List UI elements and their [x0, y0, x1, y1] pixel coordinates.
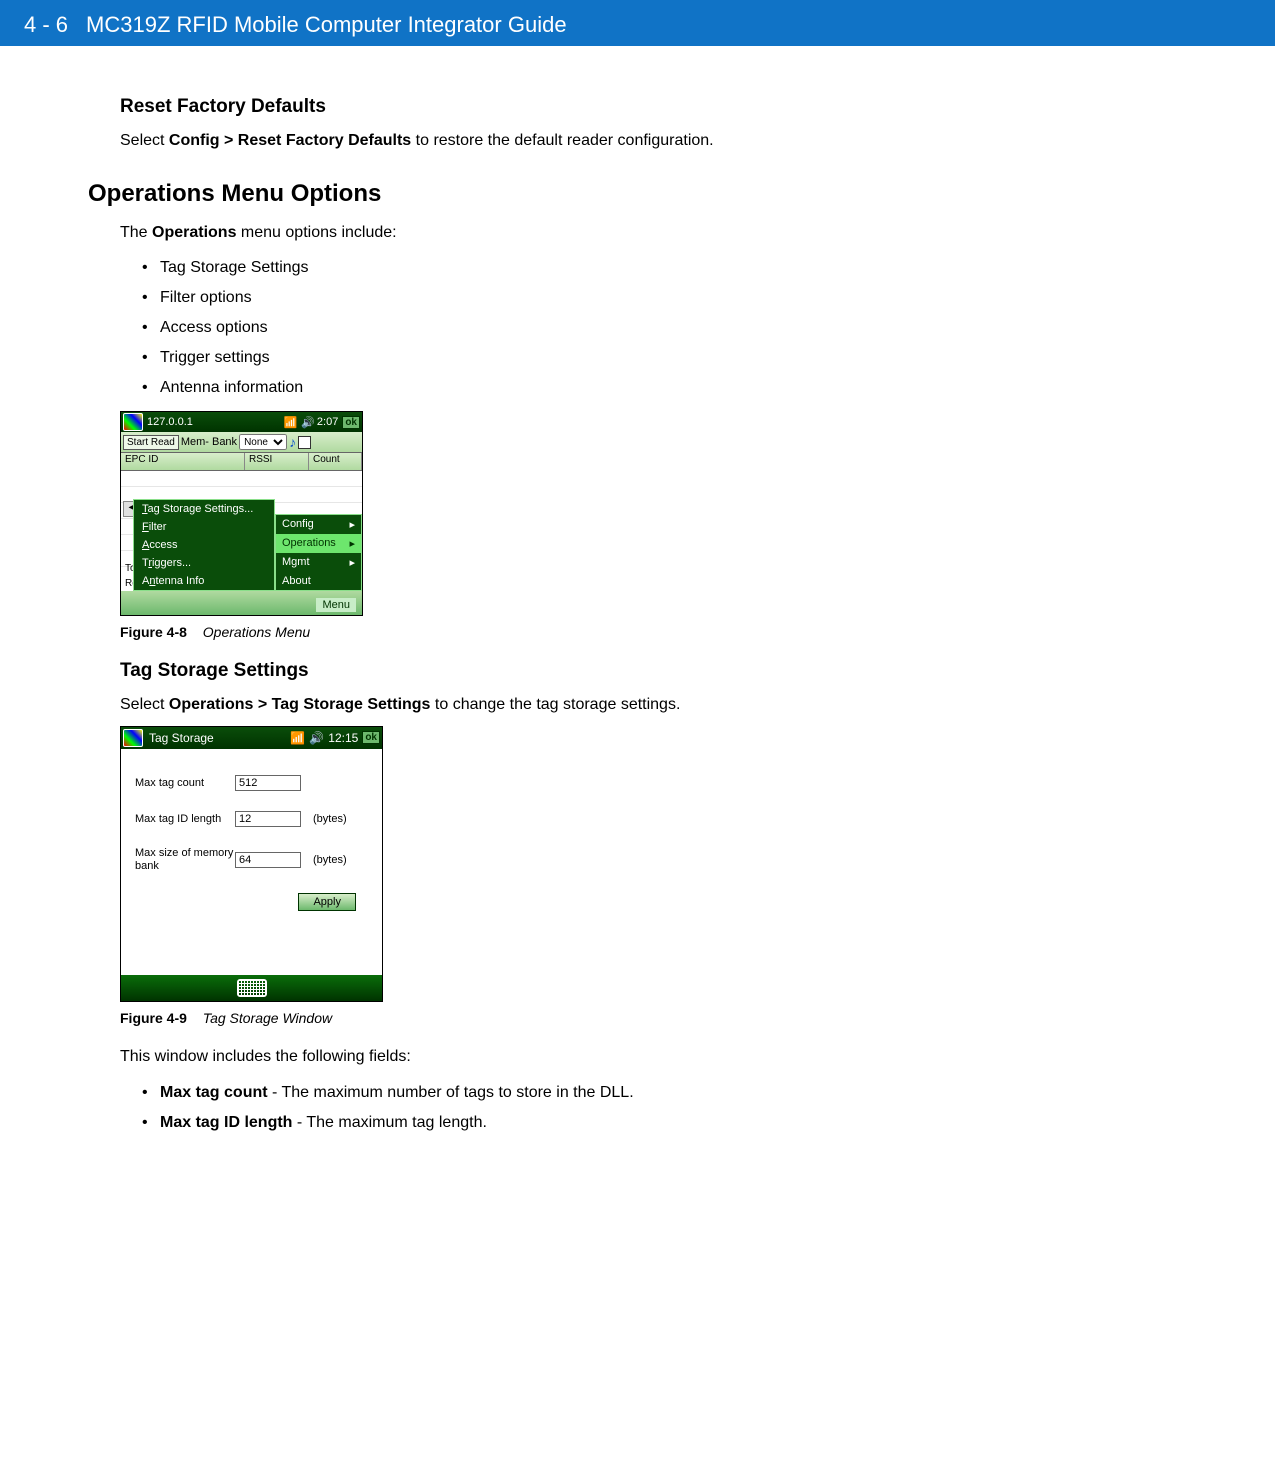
titlebar-ip: 127.0.0.1 [147, 416, 193, 428]
menu-button[interactable]: Menu [316, 598, 356, 612]
start-icon[interactable] [123, 413, 143, 431]
para-fields-intro: This window includes the following field… [120, 1046, 980, 1068]
para-reset-factory: Select Config > Reset Factory Defaults t… [120, 130, 980, 152]
volume-icon: 🔊 [301, 416, 315, 429]
ok-button[interactable]: ok [362, 731, 380, 744]
doc-title: MC319Z RFID Mobile Computer Integrator G… [86, 12, 567, 38]
operations-submenu: Tag Storage Settings... Filter Access Tr… [133, 499, 275, 591]
list-item: Trigger settings [120, 343, 980, 373]
window-titlebar: 127.0.0.1 📶 🔊 2:07 ok [121, 412, 362, 432]
page-number: 4 - 6 [24, 12, 68, 38]
note-icon[interactable]: ♪ [289, 434, 296, 450]
operations-bullet-list: Tag Storage Settings Filter options Acce… [120, 253, 980, 403]
input-max-tag-count[interactable] [235, 775, 301, 791]
ok-button[interactable]: ok [342, 416, 360, 429]
menu-item-config[interactable]: Config▸ [276, 515, 361, 534]
window-titlebar: Tag Storage 📶 🔊 12:15 ok [121, 727, 382, 749]
para-tag-storage-intro: Select Operations > Tag Storage Settings… [120, 694, 980, 716]
list-item: Filter options [120, 283, 980, 313]
titlebar-time: 2:07 [317, 416, 338, 428]
membank-select[interactable]: None [239, 434, 287, 450]
row-max-mem-bank: Max size of memory bank (bytes) [135, 847, 372, 873]
main-menu-popup: Config▸ Operations▸ Mgmt▸ About [275, 514, 362, 591]
menu-item-filter[interactable]: Filter [134, 518, 274, 536]
list-item: Tag Storage Settings [120, 253, 980, 283]
unit: (bytes) [313, 813, 347, 825]
label-max-mem-bank: Max size of memory bank [135, 847, 235, 873]
titlebar-time: 12:15 [328, 731, 358, 745]
figure-4-9-caption: Figure 4-9 Tag Storage Window [120, 1010, 980, 1026]
col-count: Count [309, 453, 362, 470]
list-item: Max tag count - The maximum number of ta… [120, 1078, 980, 1108]
row-max-tag-id-length: Max tag ID length (bytes) [135, 811, 372, 827]
signal-icon: 📶 [290, 731, 305, 745]
list-item: Antenna information [120, 373, 980, 403]
keyboard-icon[interactable] [237, 979, 267, 997]
table-header: EPC ID RSSI Count [121, 452, 362, 471]
unit: (bytes) [313, 854, 347, 866]
list-item: Access options [120, 313, 980, 343]
figure-4-8-screenshot: 127.0.0.1 📶 🔊 2:07 ok Start Read Mem- Ba… [120, 411, 363, 616]
label-max-tag-count: Max tag count [135, 777, 235, 789]
label-max-tag-id-length: Max tag ID length [135, 813, 235, 825]
menu-item-antenna-info[interactable]: Antenna Info [134, 572, 274, 590]
signal-icon: 📶 [284, 416, 298, 429]
menu-item-access[interactable]: Access [134, 536, 274, 554]
figure-4-8-caption: Figure 4-8 Operations Menu [120, 624, 980, 640]
toolbar: Start Read Mem- Bank None ♪ [121, 432, 362, 452]
start-icon[interactable] [123, 729, 143, 747]
bottom-bar [121, 975, 382, 1001]
membank-label: Mem- Bank [181, 436, 237, 448]
list-item: Max tag ID length - The maximum tag leng… [120, 1108, 980, 1138]
input-max-tag-id-length[interactable] [235, 811, 301, 827]
input-max-mem-bank[interactable] [235, 852, 301, 868]
para-operations-intro: The Operations menu options include: [120, 222, 980, 244]
figure-4-9-screenshot: Tag Storage 📶 🔊 12:15 ok Max tag count M… [120, 726, 383, 1002]
heading-reset-factory: Reset Factory Defaults [120, 96, 980, 118]
bottom-bar: Menu [121, 591, 362, 615]
menu-item-about[interactable]: About [276, 572, 361, 590]
start-read-button[interactable]: Start Read [123, 435, 179, 450]
menu-item-triggers[interactable]: Triggers... [134, 554, 274, 572]
menu-item-tag-storage[interactable]: Tag Storage Settings... [134, 500, 274, 518]
col-rssi: RSSI [245, 453, 309, 470]
titlebar-title: Tag Storage [149, 731, 214, 745]
menu-item-operations[interactable]: Operations▸ [276, 534, 361, 553]
page-header: 4 - 6 MC319Z RFID Mobile Computer Integr… [0, 0, 1275, 46]
heading-tag-storage-settings: Tag Storage Settings [120, 660, 980, 682]
page-content: Reset Factory Defaults Select Config > R… [0, 46, 980, 1138]
checkbox[interactable] [298, 436, 311, 449]
col-epc-id: EPC ID [121, 453, 245, 470]
form-area: Max tag count Max tag ID length (bytes) … [121, 749, 382, 921]
menu-item-mgmt[interactable]: Mgmt▸ [276, 553, 361, 572]
heading-operations-menu-options: Operations Menu Options [88, 180, 980, 208]
apply-button[interactable]: Apply [298, 893, 356, 911]
volume-icon: 🔊 [309, 731, 324, 745]
row-max-tag-count: Max tag count [135, 775, 372, 791]
fields-bullet-list: Max tag count - The maximum number of ta… [120, 1078, 980, 1138]
